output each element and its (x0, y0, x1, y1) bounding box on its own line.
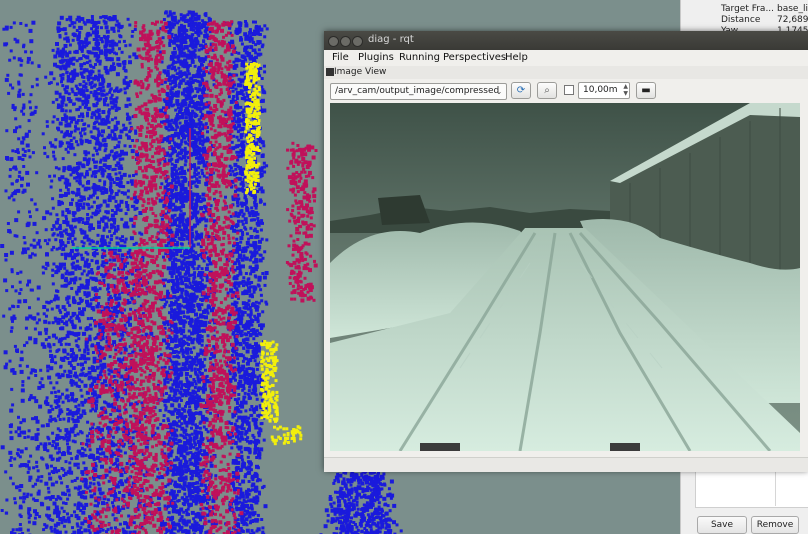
status-bar (324, 457, 808, 472)
minimize-icon[interactable] (340, 36, 351, 47)
remove-button[interactable]: Remove (751, 516, 799, 534)
menu-file[interactable]: File (332, 52, 349, 63)
chevron-down-icon: ⌄ (495, 87, 503, 96)
topic-select[interactable]: /arv_cam/output_image/compressed ⌄ (330, 83, 507, 100)
refresh-icon: ⟳ (516, 85, 526, 96)
rotation-spinbox[interactable]: 10,00m ▲ ▼ (578, 82, 630, 99)
menu-bar: File Plugins Running Perspectives Help (324, 50, 808, 66)
window-title: diag - rqt (368, 34, 414, 45)
image-view-toolbar: /arv_cam/output_image/compressed ⌄ ⟳ ⌕ 1… (324, 79, 808, 103)
zoom-icon: ⌕ (544, 85, 550, 96)
save-image-button[interactable]: ▬ (636, 82, 656, 99)
image-view-icon (326, 68, 334, 76)
spin-arrows-icon[interactable]: ▲ ▼ (623, 83, 628, 97)
menu-perspectives[interactable]: Perspectives (443, 52, 506, 63)
refresh-button[interactable]: ⟳ (511, 82, 531, 99)
maximize-icon[interactable] (352, 36, 363, 47)
dock-title[interactable]: Image View (324, 66, 808, 79)
camera-image[interactable] (330, 103, 800, 451)
smooth-scaling-checkbox[interactable] (564, 85, 574, 95)
title-bar[interactable]: diag - rqt (324, 31, 808, 50)
menu-running[interactable]: Running (399, 52, 440, 63)
save-image-icon: ▬ (641, 85, 651, 96)
menu-plugins[interactable]: Plugins (358, 52, 394, 63)
rqt-window: diag - rqt File Plugins Running Perspect… (324, 31, 808, 472)
plugin-title: Image View (334, 67, 387, 77)
save-button[interactable]: Save (697, 516, 747, 534)
camera-image-content (330, 103, 800, 451)
menu-help[interactable]: Help (505, 52, 528, 63)
zoom-button[interactable]: ⌕ (537, 82, 557, 99)
close-icon[interactable] (328, 36, 339, 47)
